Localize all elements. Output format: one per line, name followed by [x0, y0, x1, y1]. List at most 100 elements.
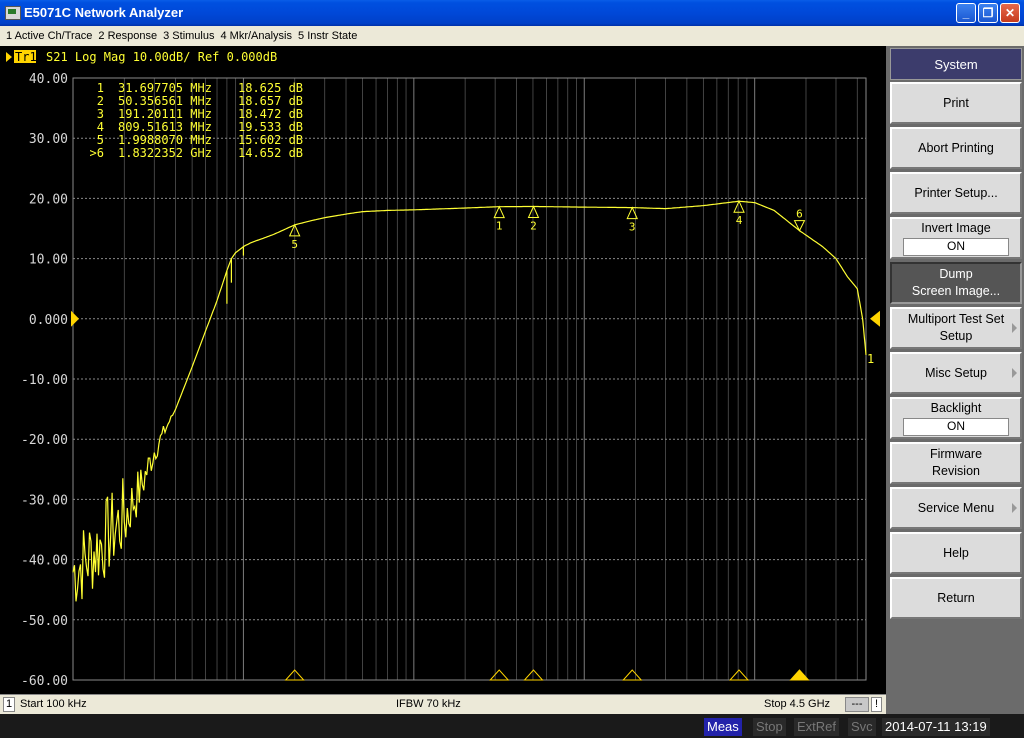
app-icon — [5, 6, 21, 20]
softkey-dump[interactable]: Dump Screen Image... — [890, 262, 1022, 304]
submenu-arrow-icon — [1012, 503, 1017, 513]
stop-frequency[interactable]: Stop 4.5 GHz — [764, 698, 830, 710]
softkey-misc-setup[interactable]: Misc Setup — [890, 352, 1022, 394]
marker-table-value: 18.625 dB — [238, 81, 303, 95]
y-tick-label: -10.00 — [21, 373, 68, 388]
marker-stimulus-triangle-icon — [728, 669, 750, 681]
y-tick-label: 30.00 — [29, 132, 68, 147]
title-bar: E5071C Network Analyzer _ ❐ ✕ — [0, 0, 1024, 26]
marker-triangle-icon — [527, 205, 540, 218]
marker-table-id: 3 — [97, 107, 104, 121]
y-tick-label: -30.00 — [21, 493, 68, 508]
softkey-label: Abort Printing — [918, 140, 994, 155]
y-tick-label: 20.00 — [29, 192, 68, 207]
softkey-return[interactable]: Return — [890, 577, 1022, 619]
menu-stimulus[interactable]: 3 Stimulus — [163, 30, 214, 42]
y-tick-label: 40.00 — [29, 72, 68, 87]
marker-label: 2 — [530, 219, 537, 232]
window-title: E5071C Network Analyzer — [24, 5, 184, 20]
menu-bar: 1 Active Ch/Trace 2 Response 3 Stimulus … — [0, 26, 1024, 46]
softkey-state: ON — [903, 238, 1009, 256]
softkey-label: Service Menu — [917, 500, 995, 515]
marker-table-value: 15.602 dB — [238, 133, 303, 147]
softkey-label: Return — [937, 590, 975, 605]
channel-number[interactable]: 1 — [3, 697, 15, 712]
trace-chart[interactable]: 40.00 30.00 20.00 10.00 0.000 -10.00 -20.00 -30… — [0, 46, 886, 694]
marker-table-frequency: 1.9988070 MHz — [118, 133, 212, 147]
softkey-label-line2: Setup — [939, 329, 973, 343]
y-tick-label: -50.00 — [21, 614, 68, 629]
softkey-label: Help — [943, 545, 969, 560]
stop-indicator: Stop — [753, 718, 786, 736]
softkey-service-menu[interactable]: Service Menu — [890, 487, 1022, 529]
menu-instr-state[interactable]: 5 Instr State — [298, 30, 357, 42]
marker-table-value: 19.533 dB — [238, 120, 303, 134]
menu-response[interactable]: 2 Response — [98, 30, 157, 42]
trace-tag: Tr1 — [15, 50, 37, 64]
minimize-button[interactable]: _ — [956, 3, 976, 23]
datetime: 2014-07-11 13:19 — [882, 718, 990, 736]
submenu-arrow-icon — [1012, 323, 1017, 333]
softkey-print[interactable]: Print — [890, 82, 1022, 124]
softkey-menu-title: System — [890, 48, 1022, 80]
submenu-arrow-icon — [1012, 368, 1017, 378]
marker-table-value: 18.472 dB — [238, 107, 303, 121]
menu-mkr-analysis[interactable]: 4 Mkr/Analysis — [220, 30, 292, 42]
marker-triangle-icon — [733, 200, 745, 213]
marker-table-id: 4 — [97, 120, 104, 134]
marker-table-id: 1 — [97, 81, 104, 95]
softkey-label-line2: Revision — [932, 464, 980, 478]
trace-header-text: S21 Log Mag 10.00dB/ Ref 0.000dB — [46, 50, 277, 64]
sweep-status: --- — [845, 697, 869, 712]
softkey-backlight[interactable]: Backlight ON — [890, 397, 1022, 439]
marker-table-frequency: 1.8322352 GHz — [118, 146, 212, 160]
meas-indicator: Meas — [704, 718, 742, 736]
marker-table-frequency: 31.697705 MHz — [118, 81, 212, 95]
softkey-invert-image[interactable]: Invert Image ON — [890, 217, 1022, 259]
marker-table-id: >6 — [90, 146, 104, 160]
reference-arrow-right-icon — [870, 310, 880, 327]
marker-stimulus-triangle-icon — [489, 669, 510, 681]
restore-button[interactable]: ❐ — [978, 3, 998, 23]
marker-label: 3 — [629, 221, 636, 234]
softkey-state: ON — [903, 418, 1009, 436]
marker-table-frequency: 50.356561 MHz — [118, 94, 212, 108]
softkey-label: Print — [943, 95, 969, 110]
softkey-abort-printing[interactable]: Abort Printing — [890, 127, 1022, 169]
y-tick-label: 10.00 — [29, 253, 68, 268]
y-tick-label: -40.00 — [21, 554, 68, 569]
marker-table-value: 14.652 dB — [238, 146, 303, 160]
softkey-label-line2: Screen Image... — [911, 284, 1001, 298]
softkey-label: Backlight — [930, 401, 982, 415]
svc-indicator: Svc — [848, 718, 876, 736]
menu-active-ch-trace[interactable]: 1 Active Ch/Trace — [6, 30, 92, 42]
chart-svg: 40.00 30.00 20.00 10.00 0.000 -10.00 -20.00 -30… — [6, 50, 880, 689]
system-status-bar: Meas Stop ExtRef Svc 2014-07-11 13:19 — [0, 714, 1024, 738]
reference-arrow-left-icon — [71, 310, 79, 327]
ifbw-value[interactable]: IFBW 70 kHz — [396, 698, 461, 710]
softkey-label: Printer Setup... — [914, 185, 998, 200]
softkey-panel: System Print Abort Printing Printer Setup.… — [886, 46, 1024, 714]
softkey-multiport-test-set[interactable]: Multiport Test Set Setup — [890, 307, 1022, 349]
marker-table-value: 18.657 dB — [238, 94, 303, 108]
y-tick-label: -60.00 — [21, 674, 68, 689]
marker-label: 4 — [736, 214, 743, 227]
start-frequency[interactable]: Start 100 kHz — [20, 698, 87, 710]
close-button[interactable]: ✕ — [1000, 3, 1020, 23]
softkey-printer-setup[interactable]: Printer Setup... — [890, 172, 1022, 214]
marker-triangle-icon — [493, 205, 506, 219]
marker-stimulus-triangle-icon — [622, 669, 643, 681]
y-tick-label: -20.00 — [21, 433, 68, 448]
softkey-firmware[interactable]: Firmware Revision — [890, 442, 1022, 484]
softkey-label: Misc Setup — [925, 365, 987, 380]
marker-label: 1 — [496, 220, 503, 233]
softkey-label: Firmware — [929, 447, 983, 461]
channel-status-bar: 1 Start 100 kHz IFBW 70 kHz Stop 4.5 GHz… — [0, 694, 886, 714]
marker-table-id: 2 — [97, 94, 104, 108]
marker-label: 5 — [291, 238, 298, 251]
softkey-label: Invert Image — [921, 221, 991, 235]
marker-triangle-icon — [793, 220, 806, 232]
softkey-help[interactable]: Help — [890, 532, 1022, 574]
error-indicator: ! — [871, 697, 882, 712]
marker-label: 6 — [796, 208, 803, 221]
